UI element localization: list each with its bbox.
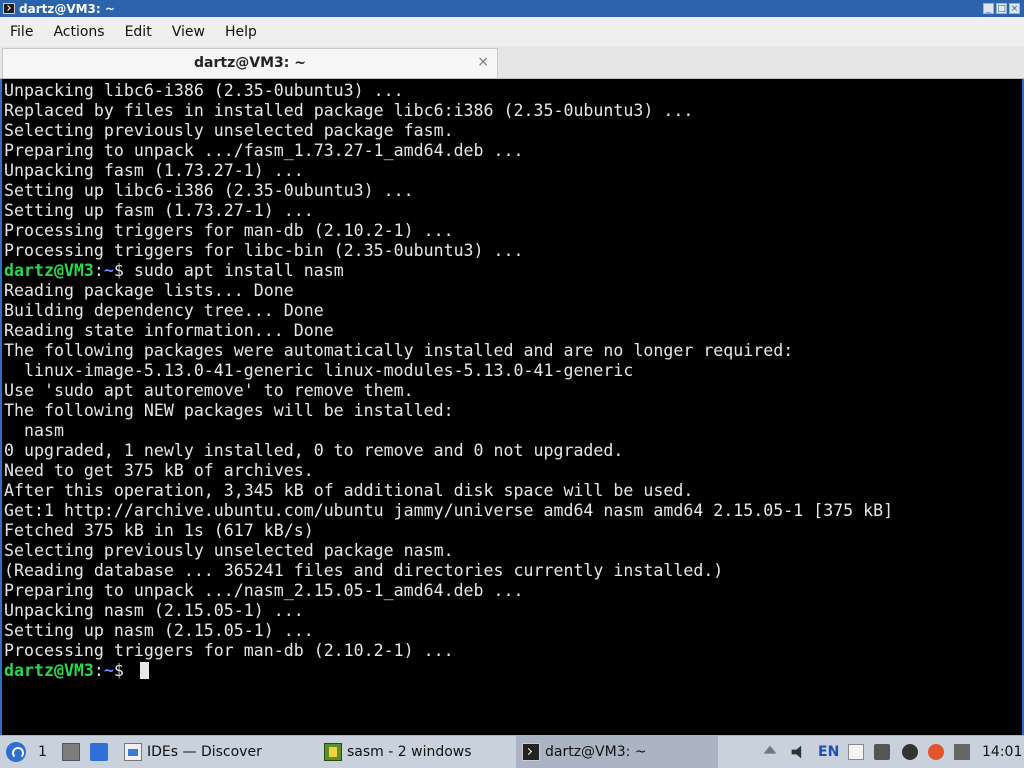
prompt-path: ~ xyxy=(103,661,114,680)
text-cursor xyxy=(139,662,149,679)
terminal-line: Fetched 375 kB in 1s (617 kB/s) xyxy=(4,521,314,540)
menu-help[interactable]: Help xyxy=(215,24,267,40)
terminal-line: nasm xyxy=(4,421,64,440)
prompt-path: ~ xyxy=(103,261,114,280)
task-label: sasm - 2 windows xyxy=(347,744,472,760)
show-desktop-launcher[interactable] xyxy=(90,736,113,768)
tray-clipboard[interactable] xyxy=(848,736,864,768)
maximize-button[interactable]: □ xyxy=(996,3,1007,14)
workspace-switcher[interactable]: 1 xyxy=(38,736,47,768)
terminal-line: Replaced by files in installed package l… xyxy=(4,101,694,120)
tray-network[interactable] xyxy=(874,736,890,768)
close-button[interactable]: × xyxy=(1009,3,1020,14)
tab-terminal[interactable]: dartz@VM3: ~ × xyxy=(2,48,498,78)
tab-label: dartz@VM3: ~ xyxy=(194,55,306,71)
tray-updates[interactable] xyxy=(902,736,918,768)
update-icon xyxy=(902,744,918,760)
tab-close-icon[interactable]: × xyxy=(477,54,489,70)
terminal-line: Processing triggers for man-db (2.10.2-1… xyxy=(4,641,454,660)
terminal-line: Processing triggers for man-db (2.10.2-1… xyxy=(4,221,454,240)
task-sasm[interactable]: sasm - 2 windows xyxy=(318,736,518,768)
terminal-line: Unpacking fasm (1.73.27-1) ... xyxy=(4,161,304,180)
menu-bar: File Actions Edit View Help xyxy=(0,17,1024,46)
start-menu-icon xyxy=(6,742,26,762)
terminal-icon xyxy=(522,743,540,761)
terminal-line: Selecting previously unselected package … xyxy=(4,121,454,140)
terminal-app-icon xyxy=(3,3,15,14)
terminal-line: Preparing to unpack .../fasm_1.73.27-1_a… xyxy=(4,141,524,160)
tray-software-updater[interactable] xyxy=(928,736,944,768)
workspace-number: 1 xyxy=(38,744,47,760)
terminal-line: Reading state information... Done xyxy=(4,321,334,340)
menu-view[interactable]: View xyxy=(162,24,215,40)
window-titlebar[interactable]: dartz@VM3: ~ _ □ × xyxy=(0,0,1024,17)
menu-file[interactable]: File xyxy=(0,24,43,40)
terminal-line: 0 upgraded, 1 newly installed, 0 to remo… xyxy=(4,441,624,460)
terminal-line: Processing triggers for libc-bin (2.35-0… xyxy=(4,241,524,260)
terminal-line: Need to get 375 kB of archives. xyxy=(4,461,314,480)
command-text xyxy=(124,661,134,680)
prompt-separator: : xyxy=(93,261,104,280)
file-manager-launcher[interactable] xyxy=(62,736,85,768)
terminal-line: After this operation, 3,345 kB of additi… xyxy=(4,481,694,500)
window-icon xyxy=(90,743,108,761)
prompt-dollar: $ xyxy=(113,261,124,280)
notification-icon xyxy=(954,744,970,760)
prompt-user-host: dartz@VM3 xyxy=(4,261,94,280)
task-discover[interactable]: IDEs — Discover xyxy=(118,736,320,768)
volume-icon xyxy=(791,745,802,759)
prompt-line: dartz@VM3:~$ sudo apt install nasm xyxy=(4,261,893,281)
task-label: IDEs — Discover xyxy=(147,744,262,760)
prompt-line: dartz@VM3:~$ xyxy=(4,661,893,681)
tray-volume[interactable] xyxy=(790,736,806,768)
terminal-line: Get:1 http://archive.ubuntu.com/ubuntu j… xyxy=(4,501,894,520)
tab-bar: dartz@VM3: ~ × xyxy=(0,46,1024,79)
terminal-output: Unpacking libc6-i386 (2.35-0ubuntu3) ...… xyxy=(4,81,893,681)
terminal-line: linux-image-5.13.0-41-generic linux-modu… xyxy=(4,361,634,380)
menu-actions[interactable]: Actions xyxy=(43,24,114,40)
task-label: dartz@VM3: ~ xyxy=(545,744,647,760)
eject-icon xyxy=(763,745,777,754)
tray-eject[interactable] xyxy=(762,736,778,768)
sasm-icon xyxy=(324,743,342,761)
terminal-line: Use 'sudo apt autoremove' to remove them… xyxy=(4,381,414,400)
clock[interactable]: 14:01 xyxy=(982,736,1022,768)
tray-keyboard-layout[interactable]: EN xyxy=(818,736,839,768)
minimize-button[interactable]: _ xyxy=(983,3,994,14)
prompt-user-host: dartz@VM3 xyxy=(4,661,94,680)
clipboard-icon xyxy=(848,744,864,760)
terminal-line: (Reading database ... 365241 files and d… xyxy=(4,561,724,580)
task-terminal[interactable]: dartz@VM3: ~ xyxy=(516,736,718,768)
discover-icon xyxy=(124,743,142,761)
terminal-line: The following packages were automaticall… xyxy=(4,341,794,360)
drive-icon xyxy=(62,743,80,761)
start-menu-button[interactable] xyxy=(6,736,31,768)
command-text: sudo apt install nasm xyxy=(123,261,344,280)
terminal-line: Unpacking nasm (2.15.05-1) ... xyxy=(4,601,304,620)
terminal-line: Setting up libc6-i386 (2.35-0ubuntu3) ..… xyxy=(4,181,414,200)
terminal-line: Selecting previously unselected package … xyxy=(4,541,454,560)
tray-notifications[interactable] xyxy=(954,736,970,768)
window-title: dartz@VM3: ~ xyxy=(19,1,115,16)
network-icon xyxy=(874,744,890,760)
terminal-line: Building dependency tree... Done xyxy=(4,301,324,320)
terminal-view[interactable]: Unpacking libc6-i386 (2.35-0ubuntu3) ...… xyxy=(0,79,1024,735)
terminal-line: Preparing to unpack .../nasm_2.15.05-1_a… xyxy=(4,581,524,600)
keyboard-layout-label: EN xyxy=(818,744,840,760)
ubuntu-icon xyxy=(928,744,944,760)
terminal-line: Setting up fasm (1.73.27-1) ... xyxy=(4,201,314,220)
taskbar: 1 IDEs — Discover sasm - 2 windows dartz… xyxy=(0,735,1024,768)
terminal-line: Reading package lists... Done xyxy=(4,281,294,300)
terminal-line: Unpacking libc6-i386 (2.35-0ubuntu3) ... xyxy=(4,81,404,100)
clock-time: 14:01 xyxy=(982,744,1023,760)
terminal-line: The following NEW packages will be insta… xyxy=(4,401,454,420)
menu-edit[interactable]: Edit xyxy=(115,24,162,40)
terminal-line: Setting up nasm (2.15.05-1) ... xyxy=(4,621,314,640)
prompt-dollar: $ xyxy=(113,661,124,680)
prompt-separator: : xyxy=(93,661,104,680)
